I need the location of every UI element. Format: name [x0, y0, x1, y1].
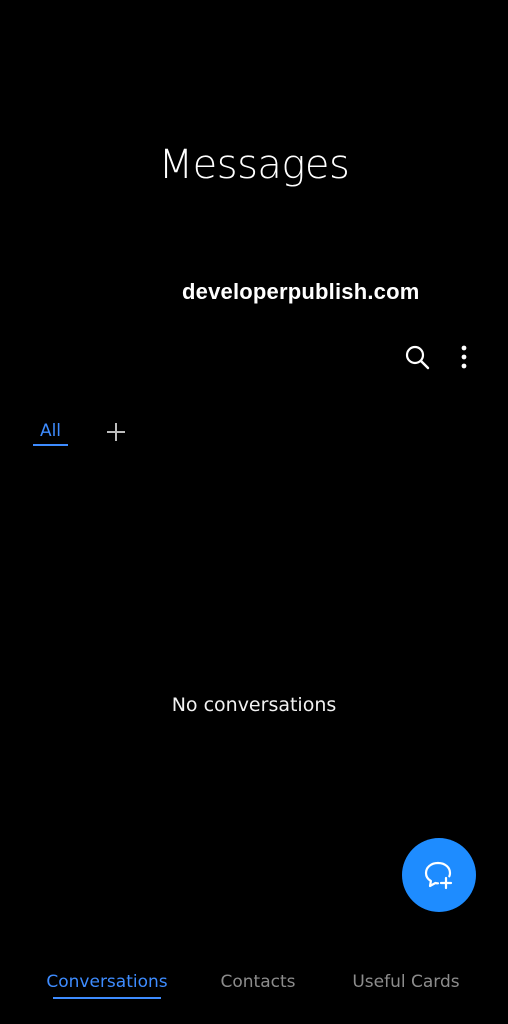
plus-icon: [107, 423, 125, 441]
nav-item-contacts[interactable]: Contacts: [208, 972, 308, 992]
new-message-icon: [424, 861, 453, 890]
more-vertical-icon: [461, 345, 467, 369]
search-button[interactable]: [400, 340, 434, 374]
add-category-button[interactable]: [102, 418, 130, 446]
tab-all-indicator: [33, 444, 68, 446]
more-options-button[interactable]: [447, 340, 481, 374]
tab-all[interactable]: All: [33, 421, 68, 441]
bottom-navigation: Conversations Contacts Useful Cards: [0, 972, 508, 1012]
nav-item-useful-cards[interactable]: Useful Cards: [346, 972, 466, 992]
compose-message-button[interactable]: [402, 838, 476, 912]
nav-active-indicator: [53, 997, 161, 999]
search-icon: [405, 345, 430, 370]
nav-item-conversations[interactable]: Conversations: [40, 972, 174, 992]
empty-state-text: No conversations: [171, 694, 337, 716]
page-title: Messages: [158, 142, 350, 188]
watermark-text: developerpublish.com: [182, 279, 420, 304]
